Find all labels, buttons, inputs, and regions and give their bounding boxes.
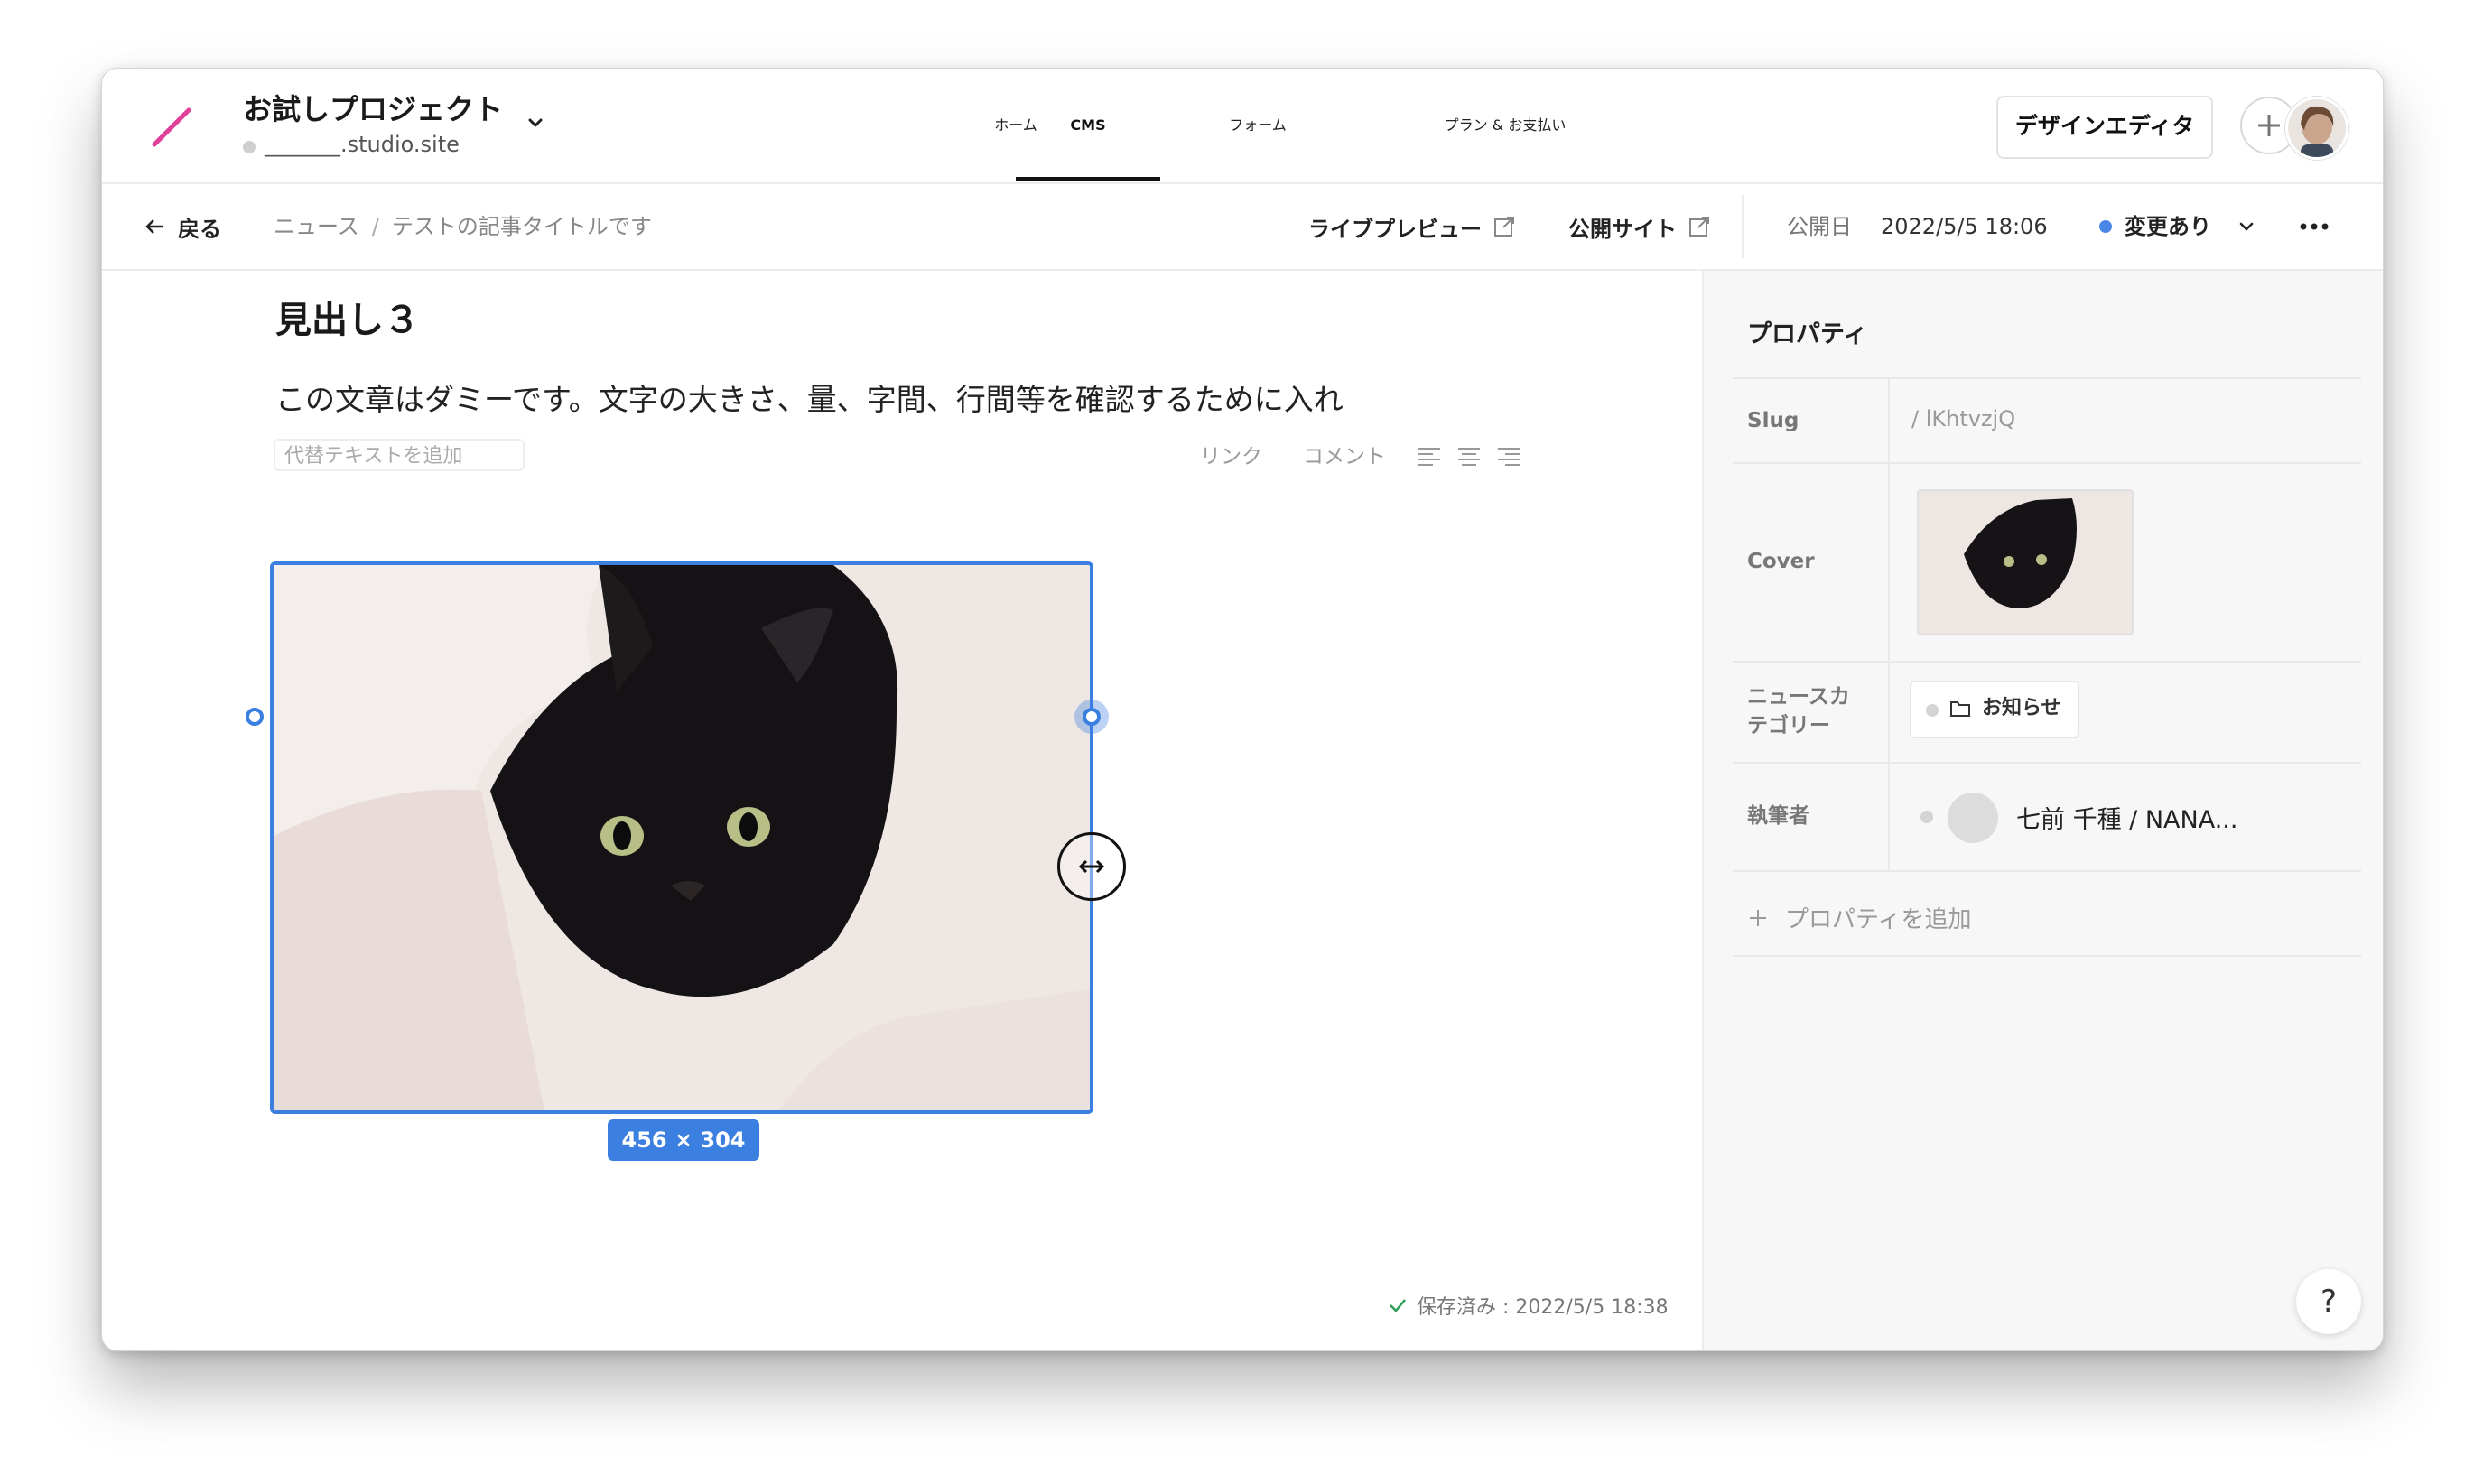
back-label: 戻る — [178, 216, 221, 242]
horizontal-resize-icon — [1078, 859, 1105, 874]
app-window: お試しプロジェクト _______.studio.site ホーム CMS フォ… — [101, 68, 2384, 1351]
align-left-icon[interactable] — [1417, 446, 1442, 468]
tab-cms[interactable]: CMS — [1016, 69, 1160, 182]
properties-panel: プロパティ Slug / lKhtvzjQ Cover ニュースカ テゴリー お… — [1702, 271, 2383, 1350]
slug-value[interactable]: / lKhtvzjQ — [1911, 406, 2015, 431]
slug-label: Slug — [1747, 409, 1799, 432]
breadcrumb-item-news[interactable]: ニュース — [274, 214, 359, 239]
category-chip[interactable]: お知らせ — [1910, 681, 2079, 738]
save-status: 保存済み : 2022/5/5 18:38 — [1388, 1291, 1669, 1320]
property-list-bottom-border — [1733, 870, 2361, 872]
tab-plans-billing[interactable]: プラン & お支払い — [1379, 69, 1632, 182]
arrow-left-icon — [145, 219, 163, 234]
cover-thumbnail — [1919, 491, 2132, 634]
add-property-button[interactable]: プロパティを追加 — [1747, 901, 1971, 934]
saved-text: 保存済み : 2022/5/5 18:38 — [1417, 1296, 1669, 1319]
heading-block[interactable]: 見出し３ — [275, 291, 420, 343]
published-date[interactable]: 2022/5/5 18:06 — [1881, 184, 2048, 269]
live-preview-label: ライブプレビュー — [1308, 216, 1482, 242]
sub-toolbar: 戻る ニュース / テストの記事タイトルです ライブプレビュー 公開サイト 公開日 … — [102, 184, 2383, 271]
align-right-icon[interactable] — [1496, 446, 1521, 468]
align-center-icon[interactable] — [1456, 446, 1482, 468]
external-link-icon — [1494, 217, 1514, 237]
design-editor-button[interactable]: デザインエディタ — [1996, 96, 2213, 159]
author-avatar — [1948, 793, 1998, 843]
breadcrumb: ニュース / テストの記事タイトルです — [274, 184, 652, 269]
breadcrumb-separator: / — [371, 214, 379, 239]
author-label: 執筆者 — [1747, 804, 1809, 828]
image-size-badge: 456 × 304 — [608, 1119, 759, 1161]
add-property-divider — [1733, 955, 2361, 957]
more-options-icon[interactable] — [2296, 211, 2332, 242]
chevron-down-icon[interactable] — [2235, 215, 2258, 238]
project-domain[interactable]: _______.studio.site — [265, 132, 460, 157]
resize-handle-left[interactable] — [246, 708, 264, 726]
tab-forms[interactable]: フォーム — [1191, 69, 1325, 182]
folder-icon — [1950, 701, 1970, 717]
link-button[interactable]: リンク — [1200, 439, 1262, 475]
category-label-line2: テゴリー — [1747, 714, 1830, 737]
resize-cursor-icon — [1057, 832, 1126, 901]
image-block[interactable] — [270, 561, 1093, 1114]
checkmark-icon — [1390, 1299, 1406, 1312]
active-tab-indicator — [1016, 177, 1160, 181]
property-row-slug[interactable]: Slug / lKhtvzjQ — [1733, 377, 2361, 464]
top-bar: お試しプロジェクト _______.studio.site ホーム CMS フォ… — [102, 69, 2383, 184]
avatar-image — [2288, 99, 2346, 157]
status-dot — [2099, 220, 2112, 233]
published-label: 公開日 — [1787, 214, 1852, 239]
public-site-label: 公開サイト — [1568, 216, 1677, 242]
back-button[interactable]: 戻る — [144, 184, 221, 269]
property-row-cover[interactable]: Cover — [1733, 462, 2361, 663]
user-avatar[interactable] — [2285, 97, 2348, 160]
article-editor: 見出し３ この文章はダミーです。文字の大きさ、量、字間、行間等を確認するために入… — [102, 271, 1700, 1350]
breadcrumb-item-article: テストの記事タイトルです — [391, 214, 652, 239]
property-row-category[interactable]: ニュースカ テゴリー お知らせ — [1733, 661, 2361, 764]
status-dropdown[interactable]: 変更あり — [2125, 184, 2211, 269]
cover-image[interactable] — [1917, 489, 2134, 635]
site-status-dot — [243, 141, 256, 153]
property-row-author[interactable]: 執筆者 七前 千種 / NANA... — [1733, 762, 2361, 872]
studio-logo-icon[interactable] — [149, 105, 194, 150]
author-status-dot — [1920, 811, 1933, 823]
public-site-link[interactable]: 公開サイト — [1568, 184, 1711, 269]
panel-title: プロパティ — [1747, 320, 1868, 348]
chip-status-dot — [1926, 704, 1939, 717]
toolbar-divider — [1742, 195, 1744, 258]
cat-photo — [274, 565, 1090, 1110]
add-property-label: プロパティを追加 — [1785, 906, 1972, 933]
alt-text-input[interactable]: 代替テキストを追加 — [274, 439, 525, 471]
cover-label: Cover — [1747, 550, 1815, 573]
external-link-icon — [1689, 217, 1709, 237]
project-title[interactable]: お試しプロジェクト — [243, 87, 503, 128]
chevron-down-icon[interactable] — [523, 110, 548, 135]
paragraph-block[interactable]: この文章はダミーです。文字の大きさ、量、字間、行間等を確認するために入れ — [275, 376, 1344, 419]
category-label-line1: ニュースカ — [1747, 685, 1850, 709]
help-button[interactable]: ? — [2296, 1269, 2361, 1334]
comment-button[interactable]: コメント — [1303, 439, 1386, 475]
resize-handle-right[interactable] — [1083, 708, 1101, 726]
plus-icon — [1750, 909, 1766, 926]
author-value[interactable]: 七前 千種 / NANA... — [2016, 800, 2237, 835]
category-value: お知らせ — [1982, 697, 2061, 719]
live-preview-link[interactable]: ライブプレビュー — [1308, 184, 1516, 269]
